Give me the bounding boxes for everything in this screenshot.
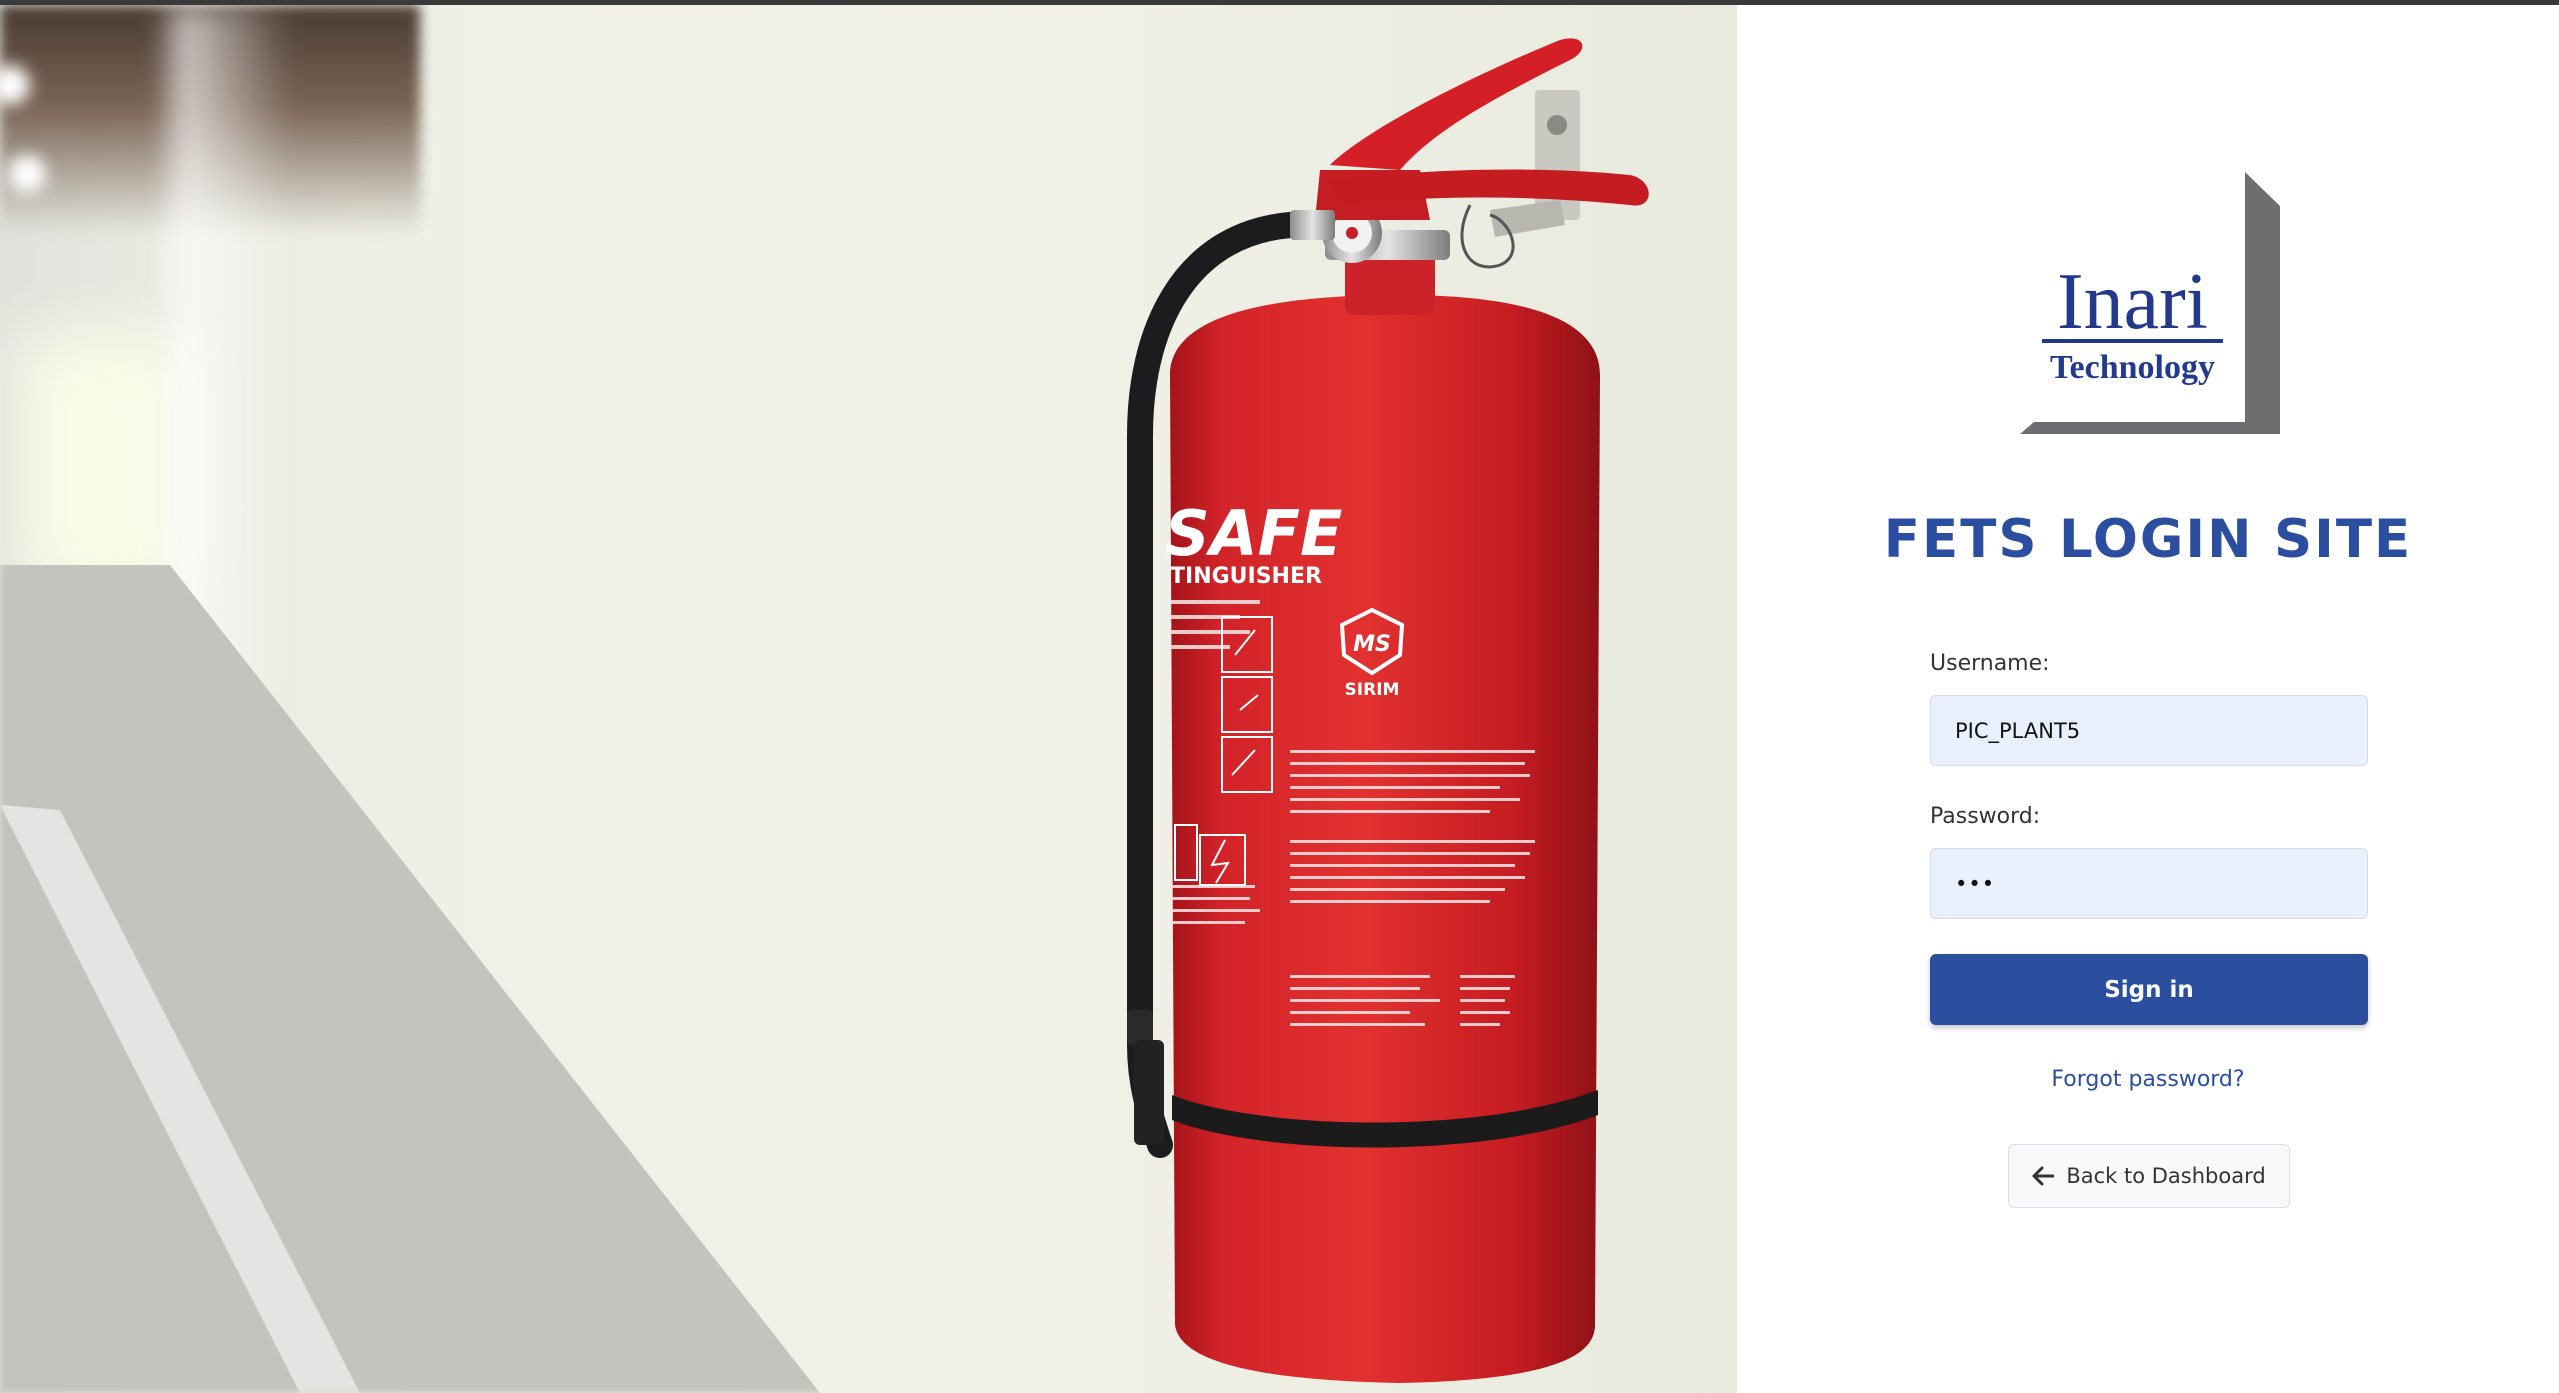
fire-extinguisher-icon: SAFE TINGUISHER MS SIRIM [1127,38,1649,1383]
page-title: FETS LOGIN SITE [1883,509,2413,570]
username-label: Username: [1930,651,2050,676]
arrow-left-icon [2032,1166,2055,1186]
extinguisher-body [1170,295,1600,1383]
bracket-arm [1490,200,1565,237]
extinguisher-subtitle: TINGUISHER [1170,564,1322,589]
logo-subtitle: Technology [2049,349,2215,386]
bracket-screw [1547,115,1567,135]
hose-nozzle [1134,1040,1164,1145]
logo-underline [2042,339,2223,343]
company-logo: Inari Technology [2020,172,2280,434]
sirim-label: SIRIM [1345,680,1400,700]
login-panel: Inari Technology FETS LOGIN SITE Usernam… [1737,5,2559,1393]
hero-image: SAFE TINGUISHER MS SIRIM [0,5,1737,1393]
hose-clip [1127,1010,1153,1045]
back-to-dashboard-button[interactable]: Back to Dashboard [2008,1144,2290,1208]
logo-wordmark: Inari [2056,258,2208,346]
sirim-mark-letters: MS [1353,632,1391,657]
password-label: Password: [1930,804,2041,829]
forgot-password-link[interactable]: Forgot password? [1737,1063,2559,1097]
username-input[interactable] [1930,695,2368,766]
back-to-dashboard-label: Back to Dashboard [2066,1164,2266,1188]
password-input[interactable] [1930,848,2368,919]
extinguisher-brand-label: SAFE [1165,497,1342,570]
signin-button[interactable]: Sign in [1930,954,2368,1025]
